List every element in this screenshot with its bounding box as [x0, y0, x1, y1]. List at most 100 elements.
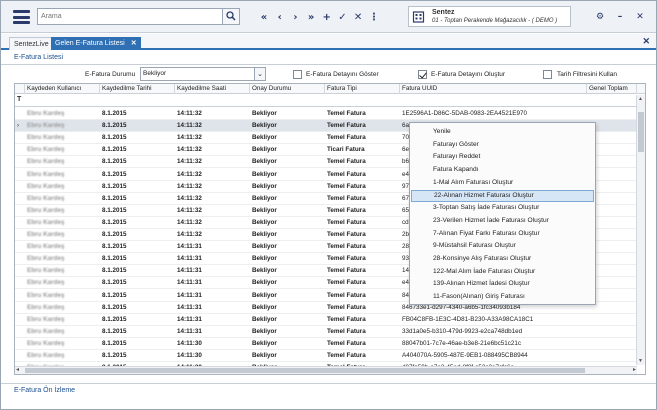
company-selector[interactable]: Sentez 01 - Toptan Perakende Mağazacılık…	[408, 6, 571, 27]
column-header[interactable]: Kaydedilme Saati	[175, 84, 250, 94]
table-cell: 14:11:32	[177, 206, 202, 214]
table-cell: Temel Fatura	[327, 182, 366, 190]
table-cell: Ebru Kardeş	[27, 327, 65, 335]
table-cell: 8.1.2015	[102, 110, 127, 117]
table-cell: Ebru Kardeş	[27, 255, 65, 263]
scroll-up-icon[interactable]: ▲	[638, 96, 643, 102]
current-row-indicator: ›	[17, 123, 19, 130]
date-filter-checkbox[interactable]	[543, 70, 552, 79]
status-dropdown[interactable]: Bekliyor ⌄	[140, 67, 266, 81]
table-cell: 8.1.2015	[102, 303, 127, 311]
settings-icon[interactable]: ⚙	[593, 10, 607, 24]
search-button[interactable]	[222, 9, 239, 24]
window-controls: ⚙ – ✕	[593, 10, 653, 24]
last-record-icon[interactable]: »	[304, 11, 318, 25]
table-row[interactable]: Ebru Kardeş 8.1.2015 14:11:32 Bekliyor Temel…	[15, 108, 637, 120]
scroll-thumb[interactable]	[638, 112, 644, 152]
close-all-tabs-icon[interactable]: ✕	[642, 36, 650, 47]
scroll-right-icon[interactable]: ▸	[633, 366, 636, 373]
context-menu-item[interactable]: Yenile	[411, 126, 594, 139]
column-header[interactable]: Kaydedilme Tarihi	[100, 84, 175, 94]
grid-filter-row[interactable]: T	[15, 95, 645, 107]
table-row[interactable]: Ebru Kardeş 8.1.2015 14:11:31 Bekliyor Temel…	[15, 314, 637, 326]
building-icon	[412, 11, 425, 23]
column-header[interactable]: Fatura Tipi	[325, 84, 400, 94]
chevron-down-icon[interactable]: ⌄	[254, 68, 265, 80]
save-check-icon[interactable]: ✓	[335, 11, 349, 25]
table-cell: 14:11:30	[175, 374, 250, 375]
table-row[interactable]: Ebru Kardeş8.1.201514:11:30BekliyorTemel…	[15, 338, 637, 350]
table-cell: Temel Fatura	[327, 206, 366, 214]
table-cell: Bekliyor	[252, 267, 277, 275]
scroll-down-icon[interactable]: ▼	[638, 358, 643, 364]
scroll-left-icon[interactable]: ◂	[16, 366, 19, 373]
column-header[interactable]: Fatura UUID	[400, 84, 587, 94]
previous-record-icon[interactable]: ‹	[273, 11, 287, 25]
table-cell: 8.1.2015	[102, 339, 127, 347]
table-cell	[587, 108, 637, 120]
table-cell: 8.1.2015	[102, 194, 127, 202]
close-window-icon[interactable]: ✕	[633, 10, 647, 24]
table-cell: Temel Fatura	[327, 327, 366, 335]
table-row[interactable]: Ebru Kardeş8.1.201514:11:30BekliyorTemel…	[15, 350, 637, 362]
filter-icon[interactable]: T	[17, 96, 21, 103]
context-menu-item[interactable]: Faturayı Reddet	[411, 151, 594, 164]
context-menu-item[interactable]: 9-Müstahsil Faturası Oluştur	[411, 240, 594, 253]
column-header[interactable]: Kaydeden Kullanıcı	[25, 84, 100, 94]
scroll-thumb[interactable]	[25, 368, 585, 373]
create-detail-label: E-Fatura Detayını Oluştur	[431, 71, 506, 78]
table-cell: 8.1.2015	[102, 255, 127, 263]
more-options-icon[interactable]: ⋮	[367, 11, 381, 25]
context-menu-item[interactable]: 11-Fason(Alınan) Giriş Faturası	[411, 291, 594, 304]
table-cell: Bekliyor	[252, 352, 277, 359]
first-record-icon[interactable]: «	[257, 11, 271, 25]
table-cell: Ebru Kardeş	[27, 134, 65, 142]
table-cell: Bekliyor	[252, 158, 277, 166]
add-icon[interactable]: +	[320, 11, 334, 25]
context-menu: Yenile Faturayı Göster Faturayı Reddet Fatu…	[409, 122, 596, 305]
minimize-icon[interactable]: –	[613, 10, 627, 24]
create-detail-checkbox[interactable]	[418, 70, 427, 79]
table-cell: 14:11:32	[177, 134, 202, 142]
context-menu-item[interactable]: 22-Alınan Hizmet Faturası Oluştur	[411, 189, 594, 203]
table-row[interactable]: Ebru Kardeş8.1.201514:11:30BekliyorTemel…	[15, 374, 637, 375]
divider	[1, 383, 656, 384]
tab-close-icon[interactable]: ✕	[131, 37, 137, 50]
column-header[interactable]: Genel Toplam	[587, 84, 637, 94]
menu-icon[interactable]	[13, 10, 30, 24]
table-cell: 14:11:31	[177, 279, 202, 287]
tab-gelen-efatura-listesi[interactable]: Gelen E-Fatura Listesi ✕	[51, 37, 141, 50]
context-menu-item[interactable]: 23-Verilen Hizmet İade Faturası Oluştur	[411, 215, 594, 228]
table-cell: Bekliyor	[252, 339, 277, 347]
app-window: « ‹ › » + ✓ ✕ ⋮ Sentez 01 - Toptan Perak…	[0, 0, 657, 410]
delete-icon[interactable]: ✕	[351, 11, 365, 25]
table-cell: Ebru Kardeş	[27, 315, 65, 323]
table-cell: Ebru Kardeş	[27, 218, 65, 226]
table-cell: 14:11:32	[177, 110, 202, 117]
table-cell: 8.1.2015	[102, 352, 127, 359]
search-input[interactable]	[41, 10, 221, 23]
table-row[interactable]: Ebru Kardeş 8.1.2015 14:11:31 Bekliyor Temel…	[15, 326, 637, 338]
next-record-icon[interactable]: ›	[288, 11, 302, 25]
table-cell: Bekliyor	[252, 327, 277, 335]
tab-sentezlive[interactable]: SentezLive	[9, 37, 54, 50]
horizontal-scrollbar[interactable]: ◂ ▸	[15, 366, 637, 374]
context-menu-item[interactable]: 122-Mal Alım İade Faturası Oluştur	[411, 266, 594, 279]
vertical-scrollbar[interactable]: ▲ ▼	[636, 95, 645, 365]
table-cell: Ebru Kardeş	[27, 206, 65, 214]
table-cell: Bekliyor	[252, 110, 277, 117]
show-detail-checkbox[interactable]	[293, 70, 302, 79]
context-menu-item[interactable]: 28-Konsinye Alış Faturası Oluştur	[411, 253, 594, 266]
table-cell: Temel Fatura	[327, 255, 366, 263]
context-menu-item[interactable]: Fatura Kapandı	[411, 164, 594, 177]
table-cell: Ebru Kardeş	[27, 170, 65, 178]
context-menu-item[interactable]: 3-Toptan Satış İade Faturası Oluştur	[411, 202, 594, 215]
column-header[interactable]: Onay Durumu	[250, 84, 325, 94]
context-menu-item[interactable]: 139-Alınan Hizmet İadesi Oluştur	[411, 278, 594, 291]
table-cell: 14:11:31	[177, 243, 202, 251]
table-cell: 14:11:31	[177, 327, 202, 335]
table-cell: 8.1.2015	[102, 243, 127, 251]
context-menu-item[interactable]: 1-Mal Alım Faturası Oluştur	[411, 177, 594, 190]
context-menu-item[interactable]: Faturayı Göster	[411, 139, 594, 152]
context-menu-item[interactable]: 7-Alınan Fiyat Farkı Faturası Oluştur	[411, 228, 594, 241]
